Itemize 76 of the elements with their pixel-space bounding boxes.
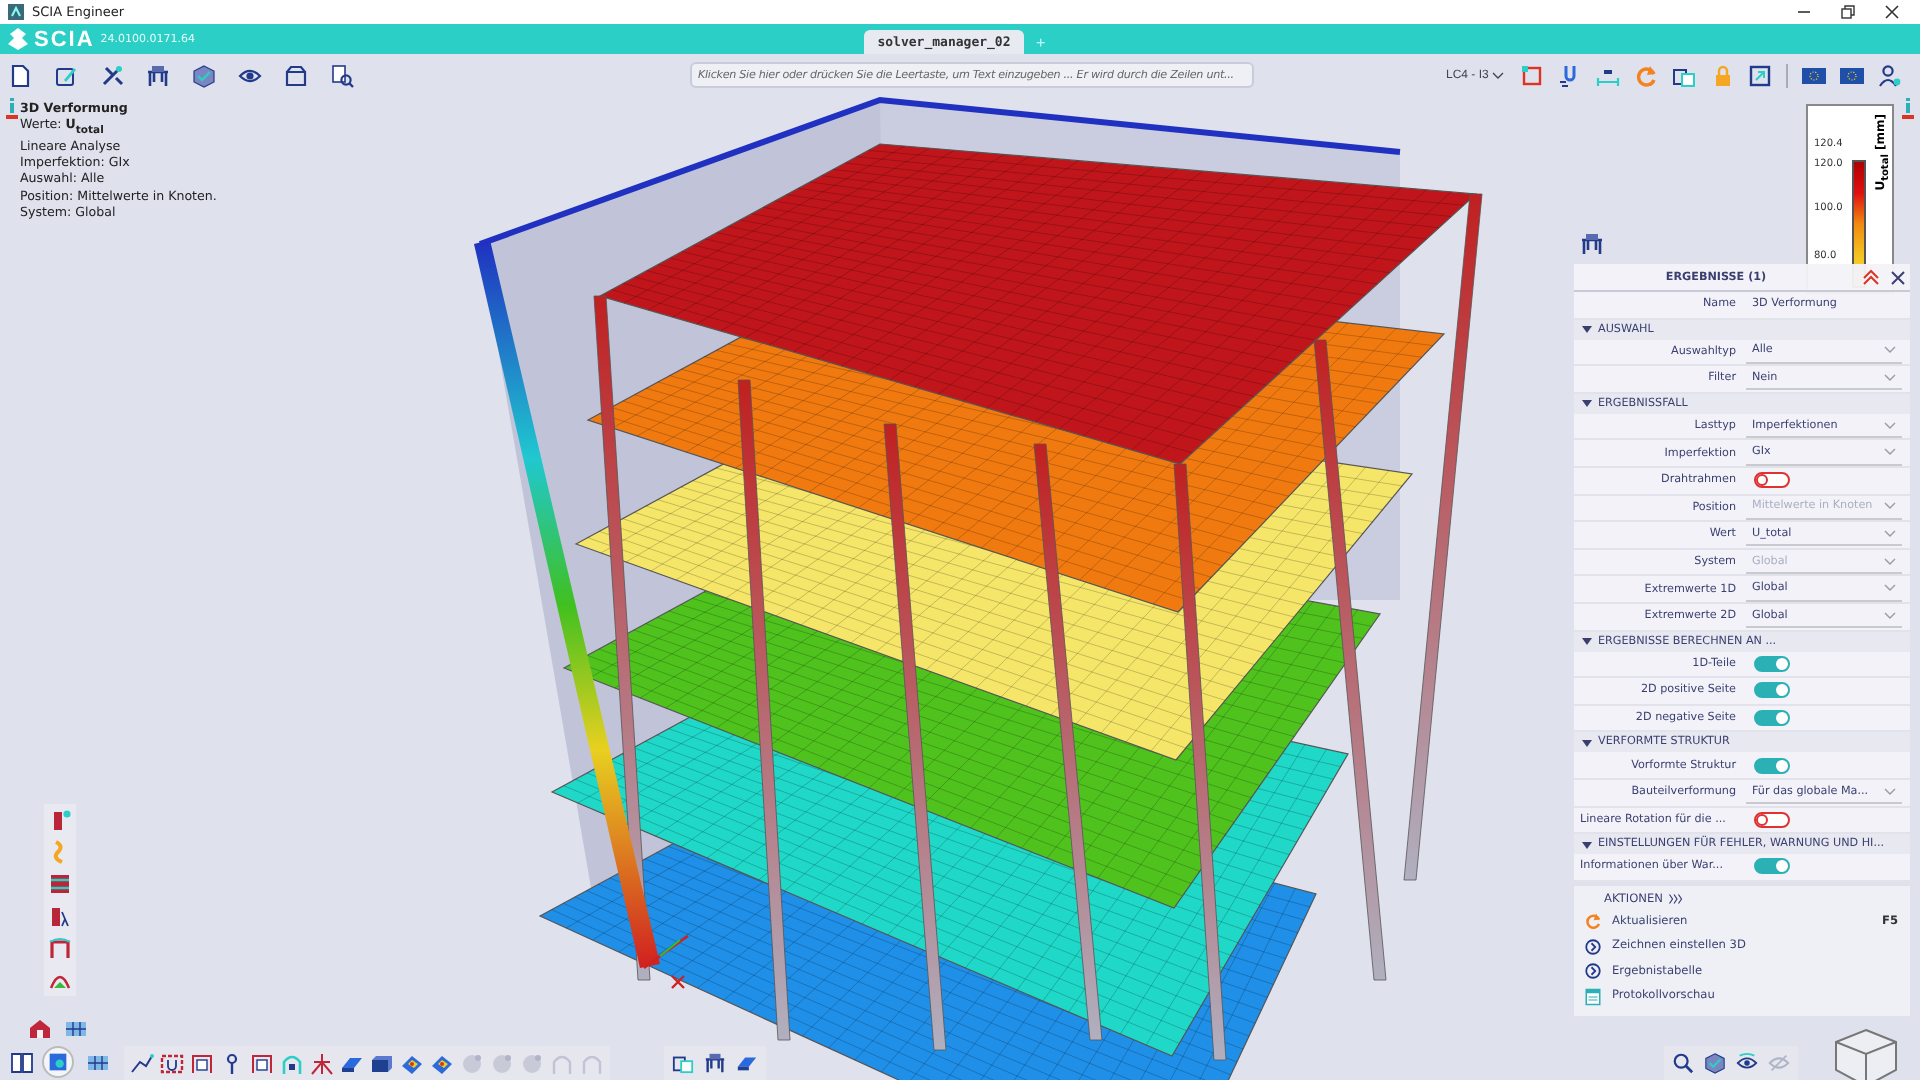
contour-plate-icon[interactable]	[430, 1051, 454, 1075]
box-icon[interactable]	[284, 63, 308, 87]
frame-icon[interactable]	[190, 1051, 214, 1075]
book-icon[interactable]	[10, 1050, 34, 1074]
pages-icon[interactable]	[672, 1052, 694, 1074]
expanded-triangle-icon	[1582, 839, 1592, 850]
app-icon	[8, 4, 24, 20]
refresh-icon	[1584, 912, 1602, 931]
caret-icon	[1884, 584, 1896, 593]
toggle-switch[interactable]	[1754, 710, 1790, 727]
checked-cube-icon[interactable]	[1704, 1052, 1726, 1074]
report-icon	[1584, 987, 1602, 1006]
toggle-switch[interactable]	[1754, 682, 1790, 699]
expanded-triangle-icon	[1582, 636, 1592, 647]
flag-icon[interactable]	[1802, 63, 1827, 87]
caret-icon	[1492, 71, 1505, 79]
checked-cube-icon[interactable]	[192, 63, 216, 87]
caret-icon	[1884, 421, 1896, 430]
caret-icon	[1884, 557, 1896, 566]
collapse-icon[interactable]	[1862, 268, 1880, 286]
house-icon[interactable]	[28, 1016, 52, 1040]
grid-icon[interactable]	[64, 1016, 88, 1040]
info-icon	[6, 98, 18, 120]
graph-icon[interactable]	[130, 1051, 154, 1075]
toggle-switch[interactable]	[1754, 811, 1790, 828]
wall-icon[interactable]	[48, 872, 72, 896]
toggle-switch[interactable]	[1754, 757, 1790, 774]
caret-icon	[1884, 529, 1896, 538]
flag-icon[interactable]	[1840, 63, 1865, 87]
logo-text: SCIA	[34, 27, 95, 51]
close-icon[interactable]	[1889, 269, 1905, 285]
frame-icon[interactable]	[704, 1052, 726, 1074]
block-icon[interactable]	[370, 1051, 394, 1075]
view-rotate-icon[interactable]	[1736, 1052, 1758, 1074]
user-settings-icon[interactable]	[1878, 63, 1903, 87]
info-icon	[1902, 98, 1914, 120]
contour-plate-icon[interactable]	[400, 1051, 424, 1075]
frame-icon[interactable]	[250, 1051, 274, 1075]
caret-icon	[1884, 611, 1896, 620]
caret-icon	[1884, 346, 1896, 355]
slab-icon[interactable]	[736, 1052, 758, 1074]
circle-arrow-icon	[1584, 962, 1602, 981]
expanded-triangle-icon	[1582, 398, 1592, 409]
grid-icon[interactable]	[86, 1050, 110, 1074]
portal-frame-icon[interactable]	[48, 936, 72, 960]
pages-icon[interactable]	[1672, 63, 1697, 87]
view-cube-icon[interactable]	[1830, 1028, 1902, 1080]
display-icon[interactable]	[48, 1052, 68, 1072]
logo-icon	[8, 28, 28, 50]
caret-icon	[1884, 373, 1896, 382]
expanded-triangle-icon	[1582, 324, 1592, 335]
toggle-switch[interactable]	[1754, 472, 1790, 489]
zoom-icon[interactable]	[1672, 1052, 1694, 1074]
close-icon[interactable]	[1884, 4, 1900, 20]
square-icon[interactable]	[1520, 63, 1545, 87]
toggle-switch[interactable]	[1754, 655, 1790, 672]
edit-document-icon[interactable]	[54, 63, 78, 87]
column-lambda-icon[interactable]	[48, 904, 72, 928]
toggle-switch[interactable]	[1754, 858, 1790, 875]
frame-icon[interactable]	[1580, 232, 1604, 256]
cross-frame-icon[interactable]	[310, 1051, 334, 1075]
resize-icon[interactable]	[1748, 63, 1773, 87]
caret-icon	[1884, 787, 1896, 796]
document-search-icon[interactable]	[330, 63, 354, 87]
arch-icon[interactable]	[280, 1051, 304, 1075]
circle-arrow-icon	[1584, 937, 1602, 956]
caret-icon	[1884, 502, 1896, 511]
expanded-triangle-icon	[1582, 737, 1592, 748]
caret-icon	[1884, 448, 1896, 457]
chevrons-icon	[1668, 890, 1687, 909]
tools-icon[interactable]	[100, 63, 124, 87]
restore-icon[interactable]	[1840, 4, 1856, 20]
column-icon[interactable]	[48, 808, 72, 832]
frame-icon[interactable]	[146, 63, 170, 87]
frame-u-icon[interactable]	[160, 1051, 184, 1075]
new-file-icon[interactable]	[8, 63, 32, 87]
